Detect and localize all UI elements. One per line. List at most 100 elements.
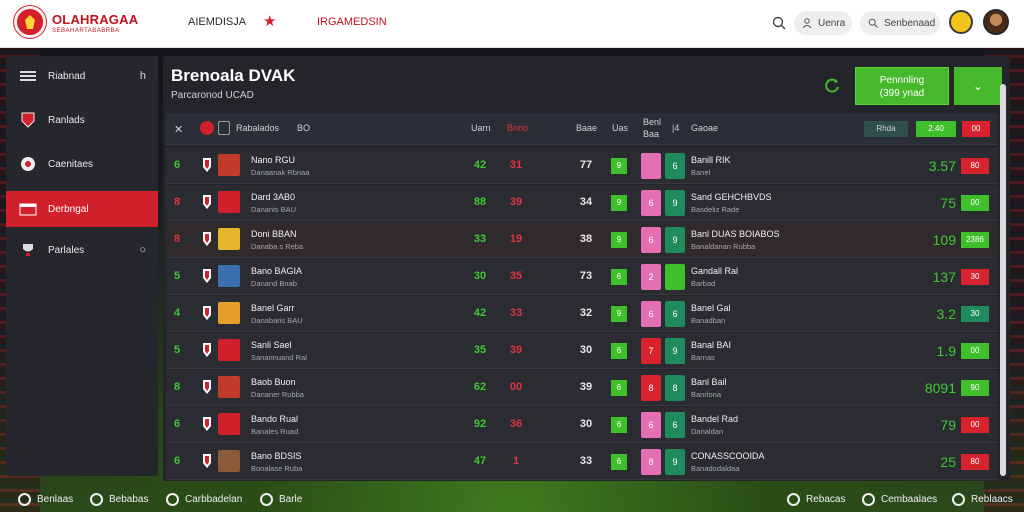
column-header-benl[interactable]: Benl	[643, 117, 661, 127]
table-row[interactable]: 8 Dard 3AB0 Dananis BAU 88 39 34 9 6 9 Sand GEHCH…	[166, 185, 998, 221]
table-header: ✕ Rabalados BO Uarn Bnno Baae Uas Benl B…	[166, 113, 998, 145]
player-name[interactable]: Dard 3AB0	[251, 192, 295, 202]
row-rank: 4	[174, 307, 181, 319]
table-row[interactable]: 6 Bando Rual Banales Ruad 92 36 30 6 6 6 Bandel R…	[166, 407, 998, 443]
column-header-baae[interactable]: Baae	[576, 123, 597, 133]
brand-title[interactable]: OLAHRAGAA	[52, 12, 138, 27]
stat-badge-1: 6	[611, 454, 627, 470]
match-name[interactable]: CONASSCOOIDA	[691, 451, 765, 461]
brand-subtitle: SEBAHARTABABRBA	[52, 28, 120, 34]
player-name[interactable]: Bando Rual	[251, 414, 298, 424]
sort-icon[interactable]: ✕	[174, 123, 183, 136]
match-name[interactable]: Banal BAI	[691, 340, 731, 350]
row-delta-badge[interactable]: 30	[961, 269, 989, 285]
dropdown-button[interactable]: ⌄	[954, 67, 1002, 105]
footer-item-label: Reblaacs	[971, 494, 1013, 505]
footer-item-label: Cembaalaes	[881, 494, 938, 505]
column-header-gaoae[interactable]: Gaoae	[691, 123, 718, 133]
player-name[interactable]: Banel Garr	[251, 303, 295, 313]
match-name[interactable]: Banl Bail	[691, 377, 727, 387]
sidebar-item-parlales[interactable]: Parlales ○	[6, 232, 158, 268]
nav-link-secondary[interactable]: IRGAMEDSIN	[317, 16, 387, 28]
club-badge-avatar[interactable]	[949, 10, 973, 34]
table-row[interactable]: 6 Bano BDSIS Bonalase Ruba 47 1 33 6 8 9 CONASSCO…	[166, 444, 998, 480]
primary-action-button[interactable]: Pennnling (399 ynad	[855, 67, 949, 105]
footer-item-4[interactable]: Barle	[260, 493, 302, 506]
footer-item-7[interactable]: Reblaacs	[952, 493, 1013, 506]
row-delta-badge[interactable]: 2386	[961, 232, 989, 248]
player-name[interactable]: Bano BDSIS	[251, 451, 302, 461]
stat-badge-2: 8	[641, 449, 661, 475]
nav-link-primary[interactable]: AIEMDISJA	[188, 16, 246, 28]
search-icon[interactable]	[772, 16, 786, 30]
user-pill-button[interactable]: Uenra	[794, 11, 852, 35]
table-row[interactable]: 8 Doni BBAN Danaba s Reba 33 19 38 9 6 9 Banl DUA…	[166, 222, 998, 258]
player-name[interactable]: Baob Buon	[251, 377, 296, 387]
stat-value-1: 42	[473, 307, 487, 319]
match-name[interactable]: Bandel Rad	[691, 414, 738, 424]
filter-pill-3[interactable]: 00	[962, 121, 990, 137]
footer-item-label: Benlaas	[37, 494, 74, 505]
match-name[interactable]: Banel Gal	[691, 303, 731, 313]
match-team: Barbad	[691, 279, 716, 288]
footer-item-6[interactable]: Cembaalaes	[862, 493, 937, 506]
footer-item-2[interactable]: Bebabas	[90, 493, 148, 506]
stat-badge-1: 6	[611, 343, 627, 359]
user-icon	[802, 18, 812, 28]
row-delta-badge[interactable]: 80	[961, 454, 989, 470]
table-scrollbar[interactable]	[1000, 84, 1006, 476]
match-name[interactable]: Sand GEHCHBVDS	[691, 192, 772, 202]
footer-item-icon	[90, 493, 103, 506]
match-name[interactable]: Banill RIK	[691, 155, 731, 165]
row-delta-badge[interactable]: 80	[961, 158, 989, 174]
sidebar-item-caenitaes[interactable]: Caenitaes	[6, 146, 158, 182]
magnifier-icon	[868, 18, 878, 28]
player-team: Sanannuand Ral	[251, 353, 307, 362]
row-rank: 8	[174, 196, 181, 208]
table-row[interactable]: 5 Bano BAGIA Danand Bnab 30 35 73 6 2 Gandall Ra…	[166, 259, 998, 295]
column-header-bnno[interactable]: Bnno	[507, 123, 528, 133]
search-pill-button[interactable]: Senbenaad	[860, 11, 940, 35]
stat-value-2: 19	[509, 233, 523, 245]
refresh-icon[interactable]	[823, 76, 841, 94]
sidebar-item-ranlads[interactable]: Ranlads	[6, 102, 158, 138]
column-header-uas[interactable]: Uas	[612, 123, 628, 133]
column-header-bo[interactable]: BO	[297, 123, 310, 133]
player-name[interactable]: Nano RGU	[251, 155, 295, 165]
row-delta-badge[interactable]: 00	[961, 343, 989, 359]
player-photo-icon	[218, 121, 230, 135]
match-name[interactable]: Gandall Ral	[691, 266, 738, 276]
player-name[interactable]: Sanli Sael	[251, 340, 292, 350]
row-delta-badge[interactable]: 00	[961, 417, 989, 433]
match-name[interactable]: Banl DUAS BOIABOS	[691, 229, 780, 239]
player-team: Dananis BAU	[251, 205, 297, 214]
sidebar-collapse-icon[interactable]: h	[140, 70, 146, 82]
footer-item-1[interactable]: Benlaas	[18, 493, 73, 506]
table-row[interactable]: 4 Banel Garr Danabaris BAU 42 33 32 9 6 6 Banel G…	[166, 296, 998, 332]
filter-pill-2[interactable]: 2.40	[916, 121, 956, 137]
row-rank: 8	[174, 381, 181, 393]
user-avatar[interactable]	[983, 9, 1009, 35]
player-name[interactable]: Bano BAGIA	[251, 266, 302, 276]
club-flag-icon	[203, 158, 211, 172]
club-flag-icon	[203, 380, 211, 394]
row-delta-badge[interactable]: 30	[961, 306, 989, 322]
sidebar-item-riabnad[interactable]: Riabnad h	[6, 58, 158, 94]
footer-item-icon	[166, 493, 179, 506]
stat-badge-1: 6	[611, 417, 627, 433]
logo-icon[interactable]	[14, 6, 46, 38]
table-row[interactable]: 6 Nano RGU Danaanak Rbnaa 42 31 77 9 6 Banill RI…	[166, 148, 998, 184]
row-delta-badge[interactable]: 00	[961, 195, 989, 211]
player-name[interactable]: Doni BBAN	[251, 229, 297, 239]
table-row[interactable]: 8 Baob Buon Dananer Rubba 62 00 39 6 8 8 Banl Bai…	[166, 370, 998, 406]
column-header-player[interactable]: Rabalados	[236, 123, 279, 133]
filter-pill-1[interactable]: Rhda	[864, 121, 908, 137]
table-row[interactable]: 5 Sanli Sael Sanannuand Ral 35 39 30 6 7 9 Banal …	[166, 333, 998, 369]
row-delta-badge[interactable]: 90	[961, 380, 989, 396]
footer-item-5[interactable]: Rebacas	[787, 493, 845, 506]
footer-item-3[interactable]: Carbbadelan	[166, 493, 242, 506]
sidebar-item-derbngal[interactable]: Derbngal	[6, 191, 158, 227]
stat-value-1: 62	[473, 381, 487, 393]
column-header-uarn[interactable]: Uarn	[471, 123, 491, 133]
club-flag-icon	[203, 306, 211, 320]
